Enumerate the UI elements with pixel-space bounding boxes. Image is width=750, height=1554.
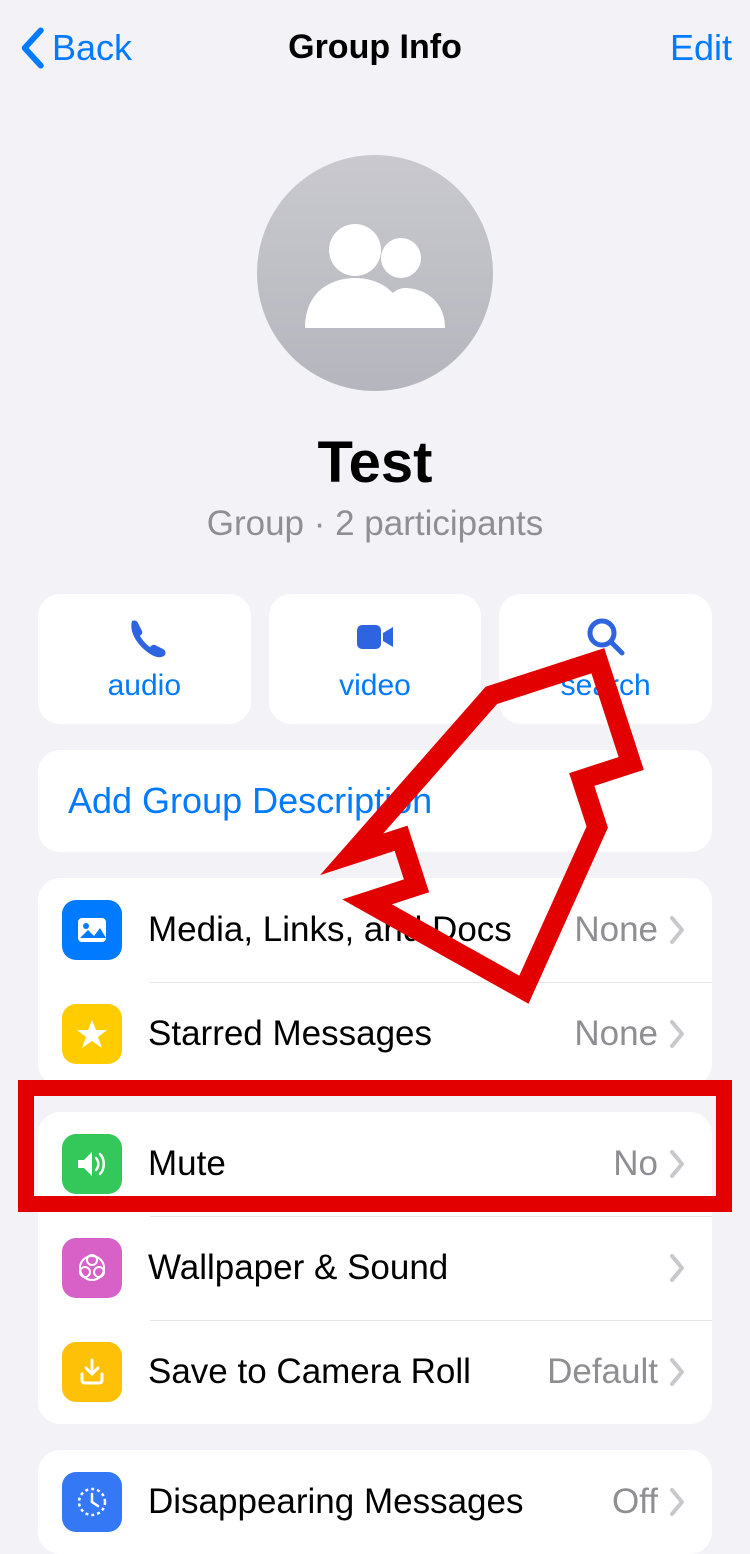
save-value: Default (547, 1352, 658, 1392)
mute-label: Mute (148, 1144, 613, 1184)
wallpaper-label: Wallpaper & Sound (148, 1248, 658, 1288)
media-value: None (574, 910, 658, 950)
save-label: Save to Camera Roll (148, 1352, 547, 1392)
starred-label: Starred Messages (148, 1014, 574, 1054)
timer-icon (62, 1472, 122, 1532)
disappearing-value: Off (612, 1482, 658, 1522)
add-group-description-button[interactable]: Add Group Description (38, 750, 712, 852)
mute-row[interactable]: Mute No (38, 1112, 712, 1216)
back-label: Back (52, 27, 132, 69)
wallpaper-sound-row[interactable]: Wallpaper & Sound (38, 1216, 712, 1320)
group-silhouette-icon (305, 218, 445, 328)
chevron-right-icon (668, 1252, 688, 1284)
chevron-right-icon (668, 1148, 688, 1180)
video-icon (353, 615, 397, 659)
chevron-right-icon (668, 1486, 688, 1518)
star-icon (62, 1004, 122, 1064)
media-icon (62, 900, 122, 960)
disappearing-label: Disappearing Messages (148, 1482, 612, 1522)
group-avatar[interactable] (257, 155, 493, 391)
chevron-right-icon (668, 914, 688, 946)
save-camera-roll-row[interactable]: Save to Camera Roll Default (38, 1320, 712, 1424)
starred-messages-row[interactable]: Starred Messages None (38, 982, 712, 1086)
video-call-button[interactable]: video (269, 594, 482, 724)
media-label: Media, Links, and Docs (148, 910, 574, 950)
video-call-label: video (339, 669, 411, 703)
mute-value: No (613, 1144, 658, 1184)
chevron-right-icon (668, 1356, 688, 1388)
audio-call-label: audio (108, 669, 181, 703)
audio-call-button[interactable]: audio (38, 594, 251, 724)
media-links-docs-row[interactable]: Media, Links, and Docs None (38, 878, 712, 982)
phone-icon (122, 615, 166, 659)
chevron-left-icon (18, 26, 46, 70)
download-icon (62, 1342, 122, 1402)
back-button[interactable]: Back (18, 26, 132, 70)
group-name: Test (0, 429, 750, 496)
search-label: search (561, 669, 651, 703)
speaker-icon (62, 1134, 122, 1194)
search-icon (584, 615, 628, 659)
starred-value: None (574, 1014, 658, 1054)
wallpaper-icon (62, 1238, 122, 1298)
group-subtitle: Group · 2 participants (0, 504, 750, 544)
disappearing-messages-row[interactable]: Disappearing Messages Off (38, 1450, 712, 1554)
search-button[interactable]: search (499, 594, 712, 724)
chevron-right-icon (668, 1018, 688, 1050)
edit-button[interactable]: Edit (670, 27, 732, 69)
